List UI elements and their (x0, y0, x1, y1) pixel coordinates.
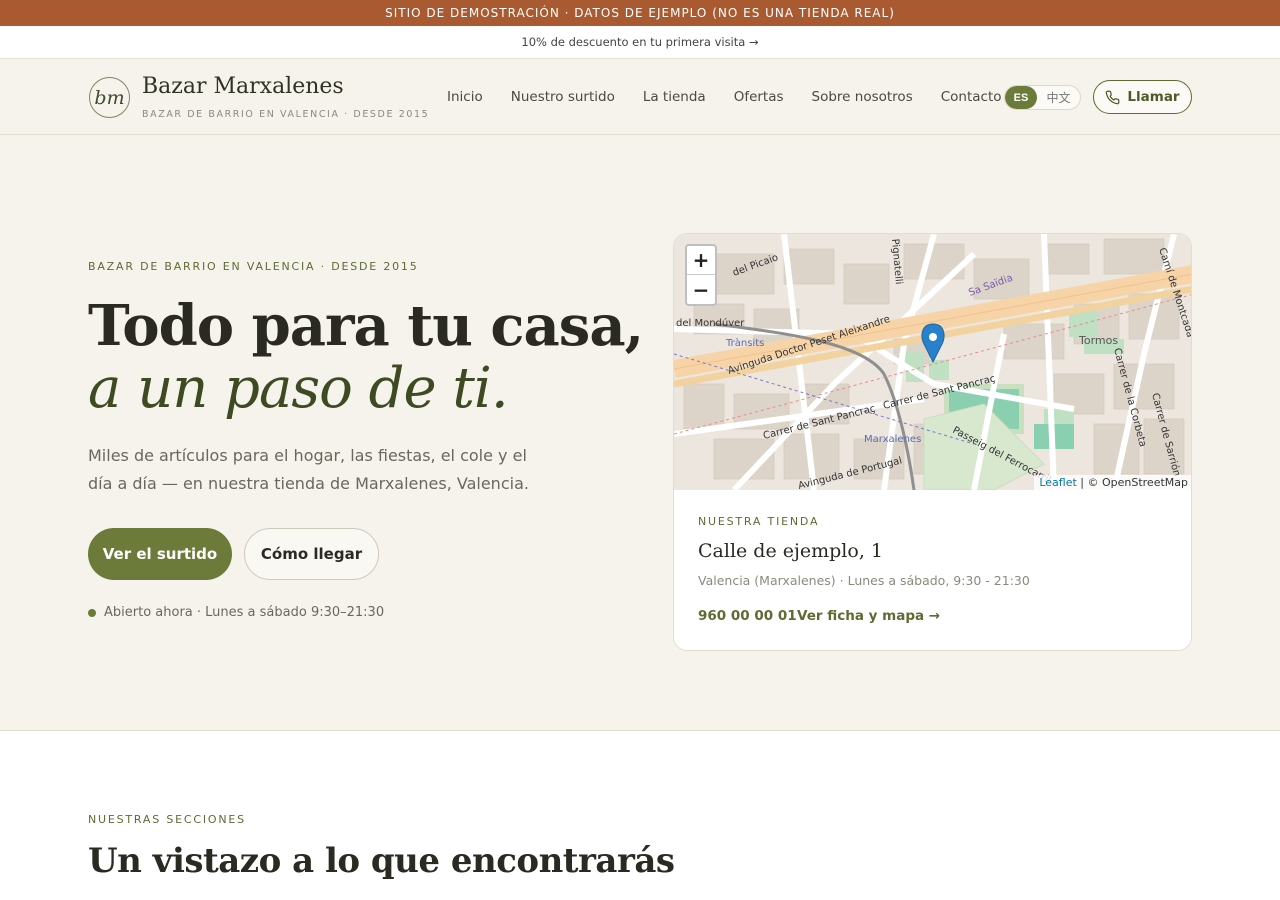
hero-title: Todo para tu casa, (88, 293, 644, 359)
map-label-neighbourhood: Marxalenes (864, 434, 921, 445)
sections-title: Un vistazo a lo que encontrarás (88, 841, 675, 881)
map-label-transit: Trànsits (725, 337, 764, 349)
brand-tagline: BAZAR DE BARRIO EN VALENCIA · DESDE 2015 (142, 109, 430, 120)
nav-item-inicio[interactable]: Inicio (447, 89, 483, 105)
como-llegar-button[interactable]: Cómo llegar (244, 528, 379, 580)
opening-status: Abierto ahora · Lunes a sábado 9:30–21:3… (88, 605, 384, 620)
ver-surtido-button[interactable]: Ver el surtido (88, 528, 232, 580)
phone-icon (1106, 90, 1120, 104)
site-header: bm Bazar Marxalenes BAZAR DE BARRIO EN V… (0, 59, 1280, 135)
logo-icon[interactable]: bm (89, 77, 130, 118)
store-address: Calle de ejemplo, 1 (698, 540, 883, 562)
store-map-link[interactable]: Ver ficha y mapa → (797, 608, 940, 624)
language-switcher: ES 中文 (1004, 85, 1081, 110)
nav-item-contacto[interactable]: Contacto (941, 89, 1002, 105)
store-card: Avinguda Doctor Peset Aleixandre Carrer … (673, 233, 1192, 651)
call-button-label: Llamar (1127, 89, 1180, 105)
osm-attribution[interactable]: | © OpenStreetMap (1077, 476, 1188, 489)
zoom-out-button[interactable]: − (687, 275, 715, 304)
leaflet-link[interactable]: Leaflet (1039, 476, 1076, 489)
hero-section: BAZAR DE BARRIO EN VALENCIA · DESDE 2015… (0, 135, 1280, 731)
nav-item-sobre-nosotros[interactable]: Sobre nosotros (812, 89, 913, 105)
nav-item-ofertas[interactable]: Ofertas (734, 89, 784, 105)
map-label-district: Tormos (1078, 334, 1118, 347)
zoom-in-button[interactable]: + (687, 246, 715, 275)
lang-es-button[interactable]: ES (1005, 86, 1037, 109)
opening-status-text: Abierto ahora · Lunes a sábado 9:30–21:3… (104, 605, 385, 620)
brand-name[interactable]: Bazar Marxalenes (142, 74, 344, 99)
lang-zh-button[interactable]: 中文 (1037, 86, 1080, 109)
call-button[interactable]: Llamar (1093, 80, 1192, 114)
store-hours: Valencia (Marxalenes) · Lunes a sábado, … (698, 573, 1030, 588)
map-tiles[interactable]: Avinguda Doctor Peset Aleixandre Carrer … (674, 234, 1192, 490)
hero-description: Miles de artículos para el hogar, las fi… (88, 446, 529, 493)
main-nav: Inicio Nuestro surtido La tienda Ofertas… (447, 89, 1002, 105)
sections-eyebrow: NUESTRAS SECCIONES (88, 813, 246, 826)
hero-title-italic: a un paso de ti. (88, 356, 509, 421)
store-phone-link[interactable]: 960 00 00 01 (698, 608, 797, 624)
store-map[interactable]: Avinguda Doctor Peset Aleixandre Carrer … (674, 234, 1192, 490)
promo-banner[interactable]: 10% de descuento en tu primera visita → (0, 26, 1280, 59)
nav-item-surtido[interactable]: Nuestro surtido (511, 89, 615, 105)
nav-item-tienda[interactable]: La tienda (643, 89, 706, 105)
open-status-dot-icon (88, 608, 96, 617)
map-label-monduver: del Mondúver (676, 317, 745, 329)
sections-preview: NUESTRAS SECCIONES Un vistazo a lo que e… (0, 731, 1280, 900)
map-attribution: Leaflet | © OpenStreetMap (1034, 475, 1191, 490)
demo-banner: SITIO DE DEMOSTRACIÓN · DATOS DE EJEMPLO… (0, 0, 1280, 26)
map-zoom-controls: + − (685, 244, 717, 306)
hero-eyebrow: BAZAR DE BARRIO EN VALENCIA · DESDE 2015 (88, 260, 419, 273)
store-card-eyebrow: NUESTRA TIENDA (698, 515, 820, 528)
